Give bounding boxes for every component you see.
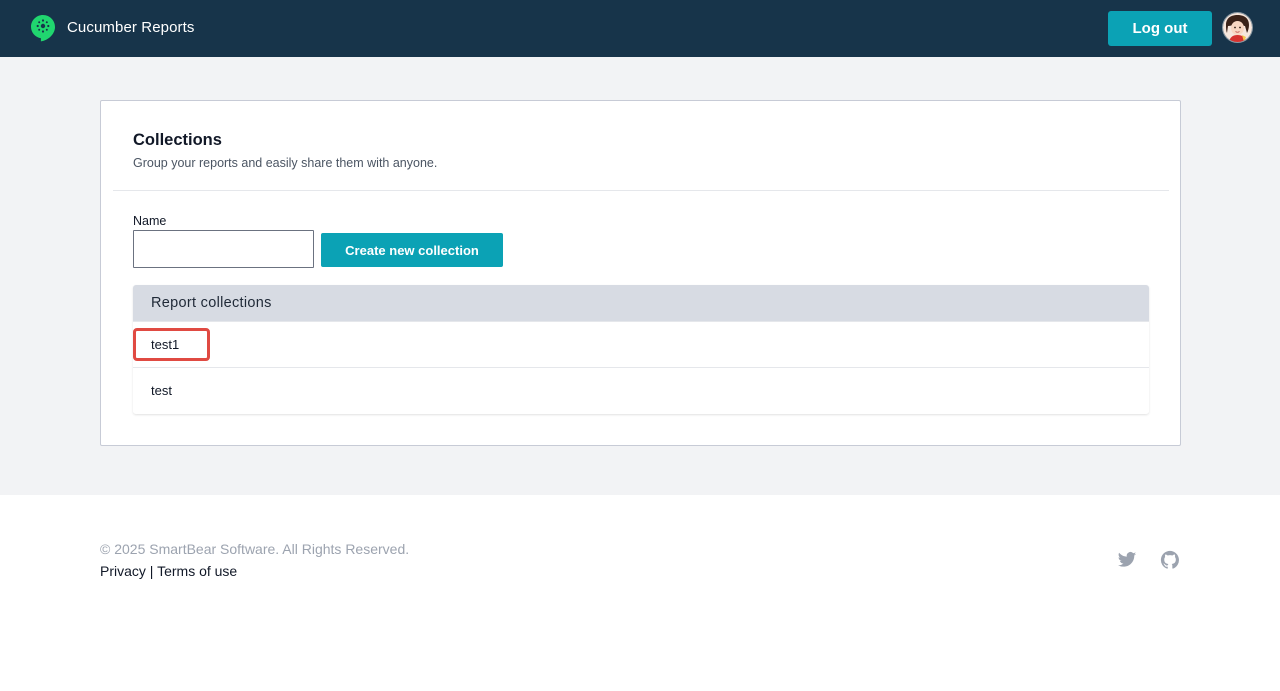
brand[interactable]: Cucumber Reports bbox=[30, 10, 194, 46]
name-label: Name bbox=[133, 214, 167, 228]
table-header: Report collections bbox=[133, 285, 1149, 321]
github-icon[interactable] bbox=[1160, 550, 1180, 570]
page-subtitle: Group your reports and easily share them… bbox=[133, 156, 438, 170]
main-content: Collections Group your reports and easil… bbox=[0, 57, 1280, 495]
collection-link-test[interactable]: test bbox=[151, 383, 172, 398]
privacy-link[interactable]: Privacy bbox=[100, 563, 146, 579]
collection-name-input[interactable] bbox=[133, 230, 314, 268]
collections-card: Collections Group your reports and easil… bbox=[100, 100, 1181, 446]
divider bbox=[113, 190, 1169, 191]
page-title: Collections bbox=[133, 131, 222, 149]
twitter-icon[interactable] bbox=[1117, 550, 1137, 570]
table-row[interactable]: test1 bbox=[133, 321, 1149, 367]
link-separator: | bbox=[149, 563, 154, 579]
collection-link-test1[interactable]: test1 bbox=[151, 337, 179, 352]
table-row[interactable]: test bbox=[133, 367, 1149, 413]
footer: © 2025 SmartBear Software. All Rights Re… bbox=[0, 495, 1280, 691]
logout-button[interactable]: Log out bbox=[1108, 11, 1212, 46]
report-collections-table: Report collections test1 test bbox=[133, 285, 1149, 414]
user-avatar[interactable] bbox=[1223, 13, 1252, 42]
footer-links: Privacy | Terms of use bbox=[100, 563, 237, 579]
create-collection-button[interactable]: Create new collection bbox=[321, 233, 503, 267]
copyright-text: © 2025 SmartBear Software. All Rights Re… bbox=[100, 541, 410, 557]
terms-link[interactable]: Terms of use bbox=[157, 563, 237, 579]
top-navigation-bar: Cucumber Reports Log out bbox=[0, 0, 1280, 57]
app-title: Cucumber Reports bbox=[67, 19, 195, 36]
cucumber-logo-icon bbox=[31, 14, 56, 42]
